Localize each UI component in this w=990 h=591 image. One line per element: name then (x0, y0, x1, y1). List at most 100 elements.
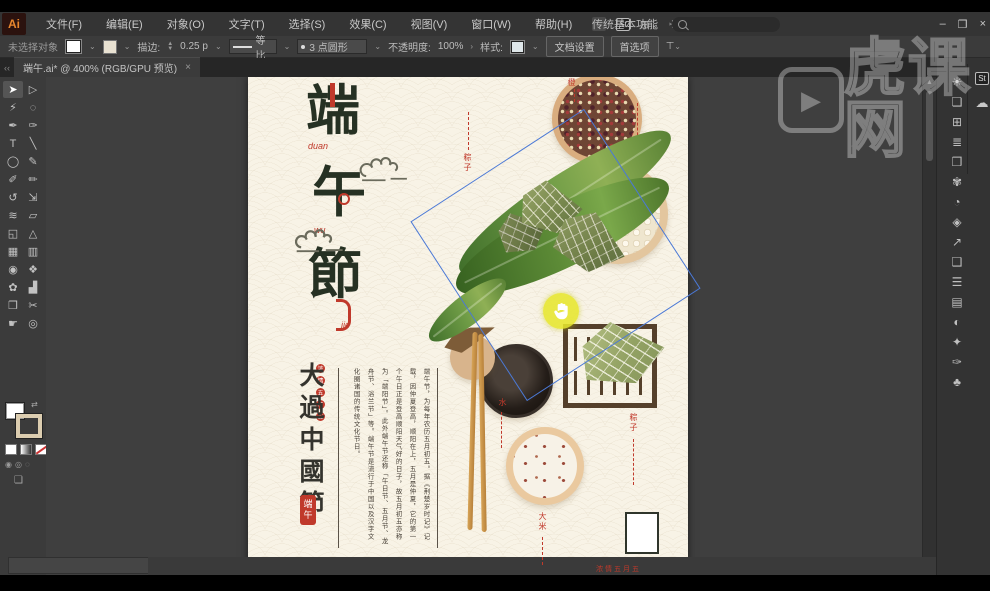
workspace-switcher[interactable]: 传统基本功能 (592, 16, 658, 32)
restore-button[interactable]: ❐ (958, 18, 968, 31)
draw-behind-icon[interactable]: ◎ (15, 460, 22, 469)
scale-tool[interactable]: ⇲ (23, 189, 43, 206)
menu-item[interactable]: 选择(S) (277, 12, 338, 36)
libraries-panel[interactable]: ❏ (945, 92, 969, 112)
preferences-button[interactable]: 首选项 (611, 36, 659, 57)
rice-plate-image (506, 427, 584, 505)
close-button[interactable]: × (980, 18, 986, 30)
symbol-sprayer-tool[interactable]: ✿ (3, 279, 23, 296)
stroke-label[interactable]: 描边: (137, 39, 160, 54)
free-transform-tool[interactable]: ▱ (23, 207, 43, 224)
swatches-panel[interactable]: ⊞ (945, 112, 969, 132)
menu-item[interactable]: 编辑(E) (94, 12, 155, 36)
curvature-tool[interactable]: ✑ (23, 117, 43, 134)
menu-item[interactable]: 对象(O) (155, 12, 217, 36)
color-button[interactable] (5, 444, 17, 455)
menu-item[interactable]: 效果(C) (337, 12, 398, 36)
direct-selection-tool[interactable]: ▷ (23, 81, 43, 98)
gradient-button[interactable] (20, 444, 32, 455)
appearance-panel[interactable]: ☀ (945, 72, 969, 92)
swap-fill-stroke-icon[interactable]: ⇄ (31, 400, 38, 409)
document-tab[interactable]: 端午.ai* @ 400% (RGB/GPU 预览) × (14, 57, 200, 77)
magic-wand-tool[interactable]: ⚡ (3, 99, 23, 116)
brush-select[interactable]: 3 点圆形 (297, 39, 367, 54)
stroke-swatch[interactable] (103, 40, 117, 54)
width-tool[interactable]: ≋ (3, 207, 23, 224)
shaper-tool[interactable]: ✐ (3, 171, 23, 188)
shape-builder-tool[interactable]: ◱ (3, 225, 23, 242)
fill-stroke-control[interactable]: ⇄ (5, 402, 41, 436)
export-panel[interactable]: ↗ (945, 232, 969, 252)
opacity-value[interactable]: 100% (438, 41, 464, 52)
collapse-panels-icon[interactable]: ‹‹ (4, 63, 10, 73)
brush-dot-icon (301, 45, 305, 49)
symbols-panel[interactable]: ✦ (945, 332, 969, 352)
slice-tool[interactable]: ✂ (23, 297, 43, 314)
align-panel[interactable]: ≣ (945, 132, 969, 152)
stroke-color-swatch[interactable] (16, 414, 42, 438)
chevron-down-icon: ⌄ (532, 42, 539, 51)
text-align-icon[interactable]: ⊤⌄ (666, 41, 681, 52)
menu-item[interactable]: 帮助(H) (523, 12, 584, 36)
pen-tool[interactable]: ✒ (3, 117, 23, 134)
fill-swatch[interactable] (65, 39, 82, 54)
eyedropper-tool[interactable]: ◉ (3, 261, 23, 278)
stroke-panel[interactable]: ☰ (945, 272, 969, 292)
pathfinder-panel[interactable]: ❒ (945, 152, 969, 172)
search-input[interactable] (672, 17, 780, 32)
draw-inside-icon[interactable]: ◌ (25, 460, 30, 469)
tab-close-icon[interactable]: × (185, 62, 191, 73)
menu-item[interactable]: 视图(V) (399, 12, 460, 36)
draw-normal-icon[interactable]: ◉ (5, 460, 12, 469)
rotate-tool[interactable]: ↺ (3, 189, 23, 206)
gradient-tool[interactable]: ▥ (23, 243, 43, 260)
app-logo[interactable]: Ai (2, 13, 26, 35)
zoom-tool[interactable]: ◎ (23, 315, 43, 332)
document-setup-button[interactable]: 文档设置 (546, 36, 604, 57)
status-bar-field[interactable] (8, 557, 150, 574)
swatch-libraries-panel[interactable]: ♣ (945, 372, 969, 392)
opacity-label[interactable]: 不透明度: (388, 39, 431, 54)
stroke-stepper[interactable]: ▲▼ (167, 42, 173, 52)
ellipse-tool[interactable]: ◯ (3, 153, 23, 170)
style-swatch[interactable] (510, 40, 525, 54)
hand-tool[interactable]: ☛ (3, 315, 23, 332)
minimize-button[interactable]: – (940, 18, 946, 30)
chevron-down-icon: ⌄ (124, 42, 131, 51)
screen-mode-icon[interactable]: ❏ (14, 475, 23, 486)
paintbrush-tool[interactable]: ✎ (23, 153, 43, 170)
poster-title-char-3: 節 (308, 247, 362, 301)
menu-item[interactable]: 窗口(W) (459, 12, 523, 36)
gradient-panel[interactable]: ▤ (945, 292, 969, 312)
menu-item[interactable]: 文件(F) (34, 12, 94, 36)
lasso-tool[interactable]: ◌ (23, 99, 43, 116)
stroke-weight-value[interactable]: 0.25 p (180, 41, 208, 52)
label-grain: 橙 (566, 78, 577, 88)
artboard[interactable]: 端 午 節 duan wu jie (248, 77, 688, 575)
mesh-tool[interactable]: ▦ (3, 243, 23, 260)
scroll-up-icon[interactable]: ▲ (923, 79, 936, 86)
letterbox-bottom (0, 575, 990, 591)
stock-panel-icon[interactable]: St (975, 72, 989, 85)
creative-cloud-icon[interactable]: ☁ (976, 95, 989, 111)
width-profile-select[interactable]: 等比 (229, 39, 277, 54)
artboard-tool[interactable]: ❐ (3, 297, 23, 314)
blend-tool[interactable]: ❖ (23, 261, 43, 278)
color-guide-panel[interactable]: ◔ (945, 192, 969, 212)
line-tool[interactable]: ╲ (23, 135, 43, 152)
column-graph-tool[interactable]: ▟ (23, 279, 43, 296)
brushes-panel[interactable]: ✑ (945, 352, 969, 372)
perspective-grid-tool[interactable]: △ (23, 225, 43, 242)
scrollbar-thumb[interactable] (926, 91, 933, 161)
canvas-pasteboard[interactable]: 端 午 節 duan wu jie (46, 77, 922, 575)
type-tool[interactable]: T (3, 135, 23, 152)
vertical-scrollbar[interactable]: ▲ ▼ (922, 77, 936, 575)
color-panel[interactable]: ✾ (945, 172, 969, 192)
transparency-panel[interactable]: ◐ (945, 312, 969, 332)
main-menu: 文件(F)编辑(E)对象(O)文字(T)选择(S)效果(C)视图(V)窗口(W)… (34, 12, 584, 36)
artboards-panel[interactable]: ❑ (945, 252, 969, 272)
pencil-tool[interactable]: ✏ (23, 171, 43, 188)
layers-panel[interactable]: ◈ (945, 212, 969, 232)
style-label: 样式: (480, 39, 503, 54)
selection-tool[interactable]: ➤ (3, 81, 23, 98)
